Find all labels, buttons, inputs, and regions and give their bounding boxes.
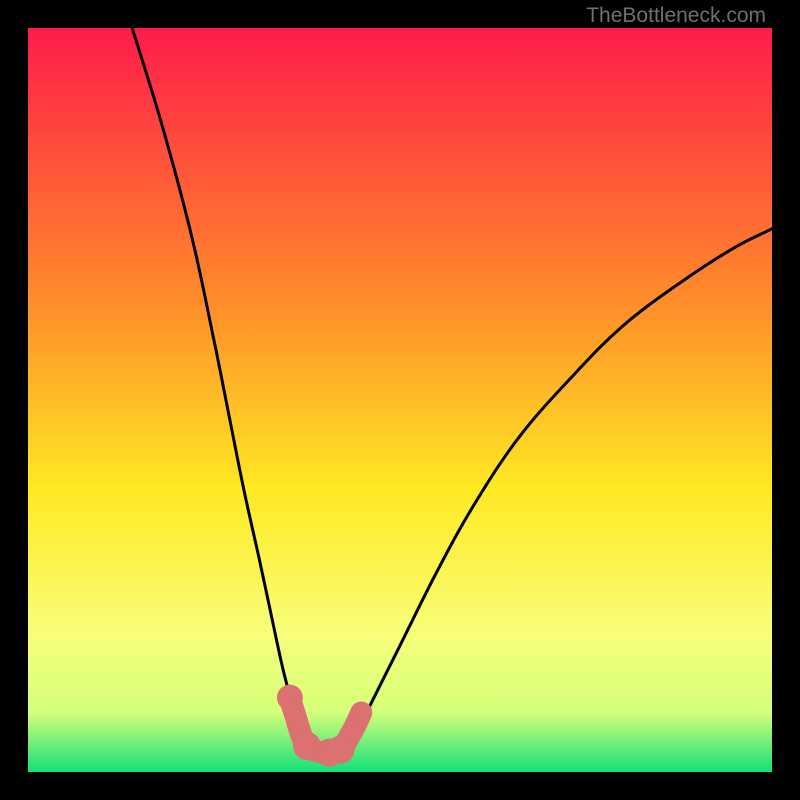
gradient-background	[28, 28, 772, 772]
attribution-text: TheBottleneck.com	[586, 4, 766, 28]
marker-point	[341, 720, 363, 742]
plot-area	[28, 28, 772, 772]
marker-point	[351, 702, 371, 722]
marker-point	[283, 701, 305, 723]
chart-frame: TheBottleneck.com	[0, 0, 800, 800]
bottleneck-chart	[28, 28, 772, 772]
